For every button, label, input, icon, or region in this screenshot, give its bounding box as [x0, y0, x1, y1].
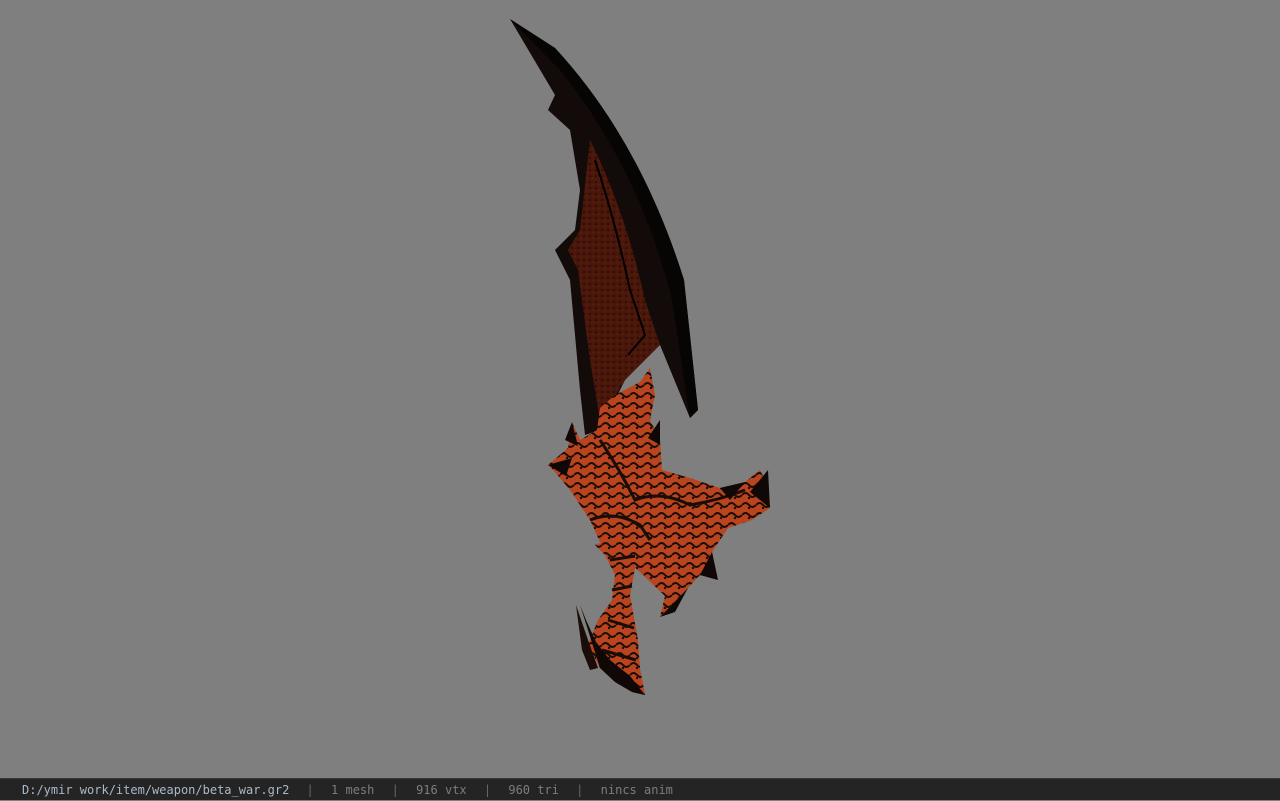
separator: |: [306, 783, 314, 797]
status-bar: D:/ymir work/item/weapon/beta_war.gr2 | …: [0, 778, 1280, 800]
sword-model[interactable]: [0, 0, 1280, 778]
mesh-count: 1 mesh: [331, 783, 375, 797]
animation-status: nincs anim: [600, 783, 673, 797]
separator: |: [576, 783, 584, 797]
separator: |: [391, 783, 399, 797]
separator: |: [483, 783, 492, 797]
3d-viewport[interactable]: [0, 0, 1280, 778]
vertex-count: 916 vtx: [416, 783, 467, 797]
triangle-count: 960 tri: [508, 783, 559, 797]
file-path: D:/ymir work/item/weapon/beta_war.gr2: [22, 783, 290, 797]
